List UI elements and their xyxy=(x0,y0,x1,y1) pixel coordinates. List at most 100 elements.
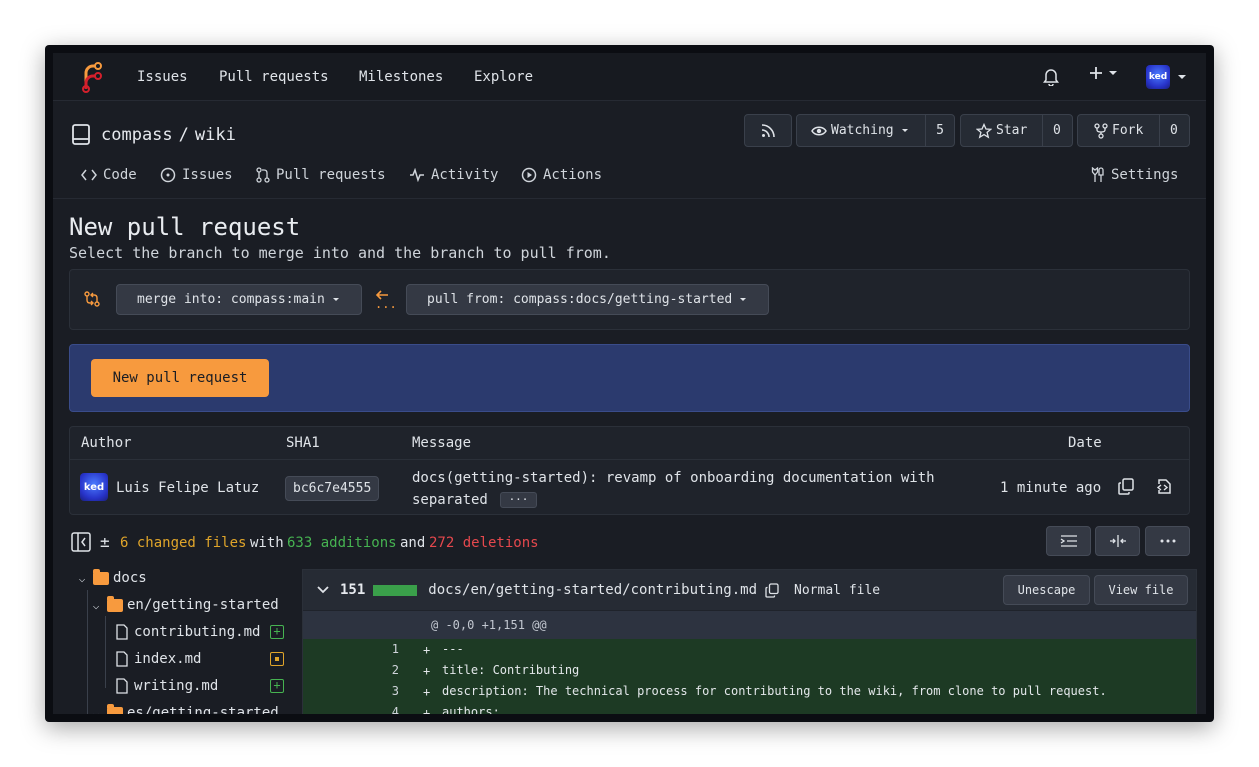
commit-sha-button[interactable]: bc6c7e4555 xyxy=(285,476,380,501)
tree-folder-docs[interactable]: ⌵ docs xyxy=(75,568,147,588)
user-menu[interactable]: ked xyxy=(1146,65,1186,89)
line-code: authors: xyxy=(442,705,500,714)
line-number[interactable]: 3 xyxy=(363,684,399,698)
repo-owner-link[interactable]: compass xyxy=(101,125,173,145)
window-frame: Issues Pull requests Milestones Explore … xyxy=(45,45,1214,722)
file-path[interactable]: docs/en/getting-started/contributing.md xyxy=(428,582,757,598)
kebab-horizontal-icon xyxy=(1160,539,1175,543)
nav-explore[interactable]: Explore xyxy=(474,69,533,85)
branch-dots: ... xyxy=(375,297,397,311)
more-options-button[interactable] xyxy=(1145,526,1190,556)
tree-folder-label: en/getting-started xyxy=(127,597,279,613)
column-message: Message xyxy=(412,435,472,451)
nav-issues[interactable]: Issues xyxy=(137,69,188,85)
sidebar-toggle-icon[interactable] xyxy=(71,532,91,552)
tree-file-label: writing.md xyxy=(134,678,219,694)
chevron-down-icon[interactable] xyxy=(317,586,329,594)
app: Issues Pull requests Milestones Explore … xyxy=(53,53,1206,714)
tree-folder-es[interactable]: ⌵ es/getting-started xyxy=(89,703,279,714)
split-view-button[interactable] xyxy=(1095,526,1140,556)
fork-count[interactable]: 0 xyxy=(1159,115,1188,146)
deletions-count: 272 deletions xyxy=(429,535,539,551)
star-icon xyxy=(976,122,992,139)
plus-icon xyxy=(1090,67,1102,79)
changed-files-link[interactable]: 6 changed files xyxy=(120,535,246,551)
chevron-down-icon: ⌵ xyxy=(92,706,100,715)
tree-file-index[interactable]: index.md xyxy=(115,649,201,669)
star-count[interactable]: 0 xyxy=(1042,115,1071,146)
top-nav: Issues Pull requests Milestones Explore … xyxy=(53,53,1206,101)
rss-button[interactable] xyxy=(744,114,792,147)
fork-button[interactable]: Fork 0 xyxy=(1077,114,1190,147)
tree-file-label: contributing.md xyxy=(134,624,261,640)
commit-author[interactable]: Luis Felipe Latuz xyxy=(116,480,259,496)
new-pull-request-button[interactable]: New pull request xyxy=(91,359,269,397)
browse-code-icon[interactable] xyxy=(1156,478,1172,495)
column-sha: SHA1 xyxy=(286,435,320,451)
chevron-down-icon: ⌵ xyxy=(78,571,86,585)
star-label: Star xyxy=(996,123,1028,138)
repo-icon xyxy=(72,124,90,145)
pull-request-icon xyxy=(256,167,270,183)
file-added-icon: + xyxy=(270,679,284,693)
commit-message[interactable]: docs(getting-started): revamp of onboard… xyxy=(412,470,935,486)
tab-activity[interactable]: Activity xyxy=(409,167,498,183)
line-sign: + xyxy=(423,706,431,714)
copy-icon[interactable] xyxy=(1118,478,1134,495)
star-button[interactable]: Star 0 xyxy=(960,114,1073,147)
whitespace-button[interactable] xyxy=(1046,526,1091,556)
tab-code[interactable]: Code xyxy=(81,167,137,183)
commit-author-avatar[interactable]: ked xyxy=(80,473,108,501)
column-author: Author xyxy=(81,435,132,451)
tab-actions[interactable]: Actions xyxy=(521,167,602,183)
column-date: Date xyxy=(1068,435,1102,451)
file-mode: Normal file xyxy=(794,582,881,598)
view-file-button[interactable]: View file xyxy=(1094,575,1188,605)
merge-into-dropdown[interactable]: merge into: compass:main xyxy=(116,284,362,315)
diff-plusminus-icon: ± xyxy=(100,532,110,551)
tree-folder-en[interactable]: ⌵ en/getting-started xyxy=(89,595,279,615)
tools-icon xyxy=(1091,167,1104,182)
watch-count[interactable]: 5 xyxy=(925,115,954,146)
new-pr-banner: New pull request xyxy=(69,344,1190,412)
commit-message-continued[interactable]: separated xyxy=(412,492,488,508)
commits-table: Author SHA1 Message Date ked Luis Felipe… xyxy=(69,426,1190,515)
issue-icon xyxy=(160,167,176,183)
branch-selector: merge into: compass:main ... pull from: … xyxy=(69,269,1190,330)
unescape-button[interactable]: Unescape xyxy=(1003,575,1090,605)
tree-guide xyxy=(105,616,106,688)
pull-from-dropdown[interactable]: pull from: compass:docs/getting-started xyxy=(406,284,769,315)
repo-tabs: Code Issues Pull requests Activity Actio… xyxy=(53,163,1206,199)
tab-pull-requests[interactable]: Pull requests xyxy=(256,167,386,183)
tree-file-contributing[interactable]: contributing.md xyxy=(115,622,260,642)
repo-name-link[interactable]: wiki xyxy=(195,125,236,145)
commits-table-header: Author SHA1 Message Date xyxy=(70,427,1189,460)
expand-message-button[interactable]: ··· xyxy=(500,492,537,508)
file-modified-icon xyxy=(270,652,284,666)
copy-icon[interactable] xyxy=(765,582,779,598)
tab-issues[interactable]: Issues xyxy=(160,167,233,183)
nav-milestones[interactable]: Milestones xyxy=(359,69,443,85)
line-number[interactable]: 1 xyxy=(363,642,399,656)
line-number[interactable]: 2 xyxy=(363,663,399,677)
chevron-down-icon xyxy=(740,298,747,301)
rss-icon xyxy=(761,123,775,137)
tab-settings[interactable]: Settings xyxy=(1091,167,1178,183)
watch-button[interactable]: Watching 5 xyxy=(796,114,955,147)
line-sign: + xyxy=(423,664,431,678)
line-number[interactable]: 4 xyxy=(363,705,399,714)
nav-pull-requests[interactable]: Pull requests xyxy=(219,69,329,85)
and-text: and xyxy=(400,535,426,551)
indent-icon xyxy=(1060,535,1077,547)
forgejo-logo-icon[interactable] xyxy=(79,61,103,93)
folder-icon xyxy=(107,703,123,714)
line-sign: + xyxy=(423,643,431,657)
hunk-header: @ -0,0 +1,151 @@ xyxy=(303,611,1196,639)
bell-icon[interactable] xyxy=(1043,68,1059,86)
create-menu[interactable] xyxy=(1089,66,1117,80)
hunk-range: @ -0,0 +1,151 @@ xyxy=(431,618,547,632)
tree-folder-label: docs xyxy=(113,570,147,586)
tree-file-writing[interactable]: writing.md xyxy=(115,676,218,696)
file-tree: ⌵ docs ⌵ en/getting-started contributing… xyxy=(69,568,293,714)
file-icon xyxy=(116,624,128,640)
